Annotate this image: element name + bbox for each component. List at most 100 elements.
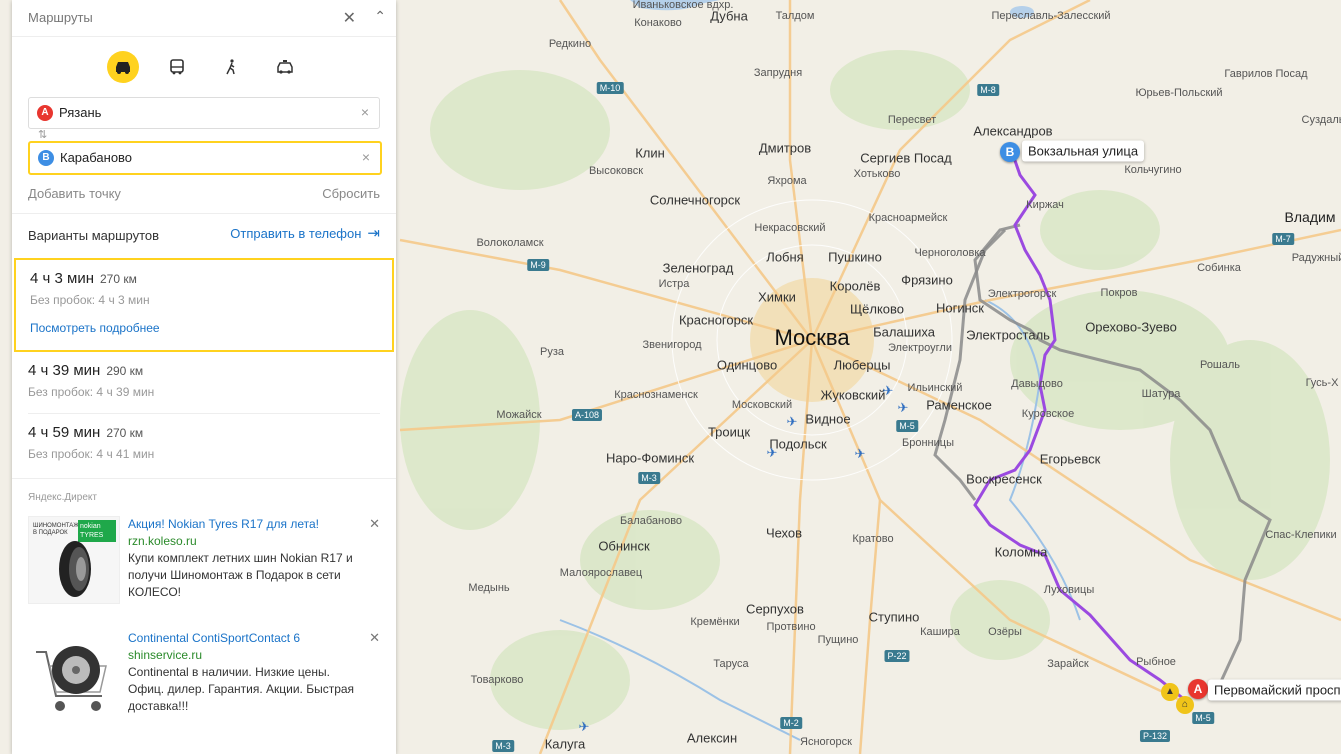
route-option[interactable]: 4 ч 59 мин 270 км Без пробок: 4 ч 41 мин bbox=[12, 414, 396, 476]
ad-item[interactable]: ШИНОМОНТАЖ В ПОДАРОК nokian TYRES Акция!… bbox=[28, 516, 380, 606]
map-city: Егорьевск bbox=[1039, 451, 1101, 467]
highway-badge: М-7 bbox=[1272, 233, 1294, 245]
map-city: Владим bbox=[1284, 209, 1336, 225]
highway-badge: А-108 bbox=[571, 409, 603, 421]
ad-description: Continental в наличии. Низкие цены. Офиц… bbox=[128, 665, 355, 713]
add-point-button[interactable]: Добавить точку bbox=[28, 186, 121, 201]
car-mode-button[interactable] bbox=[107, 51, 139, 83]
send-to-phone-button[interactable]: Отправить в телефон ⇥ bbox=[230, 224, 380, 242]
destination-label[interactable]: Вокзальная улица bbox=[1022, 140, 1145, 162]
close-icon[interactable]: ✕ bbox=[343, 8, 356, 28]
airport-icon: ✈ bbox=[854, 446, 866, 461]
map-city: Клин bbox=[635, 145, 665, 161]
map-city: Фрязино bbox=[901, 272, 953, 288]
map-town: Балабаново bbox=[619, 515, 683, 527]
swap-icon[interactable]: ⇅ bbox=[38, 128, 47, 141]
route-option[interactable]: 4 ч 3 мин 270 км Без пробок: 4 ч 3 мин По… bbox=[14, 258, 394, 352]
ad-title[interactable]: Акция! Nokian Tyres R17 для лета! bbox=[128, 516, 360, 533]
close-ad-icon[interactable]: ✕ bbox=[369, 630, 380, 646]
map-town: Черноголовка bbox=[914, 247, 986, 259]
ad-url[interactable]: rzn.koleso.ru bbox=[128, 533, 360, 550]
panel-header: Маршруты ✕ ⌃ bbox=[12, 0, 396, 37]
map-town: Давыдово bbox=[1011, 378, 1063, 390]
route-time: 4 ч 39 мин 290 км bbox=[28, 362, 143, 379]
map-town: Кольчугино bbox=[1124, 164, 1182, 176]
map-city: Люберцы bbox=[833, 357, 891, 373]
to-field[interactable]: B Карабаново × bbox=[28, 141, 382, 175]
chevron-up-icon[interactable]: ⌃ bbox=[374, 8, 386, 25]
lock-icon[interactable]: ▲ bbox=[1161, 683, 1179, 701]
map-city: Коломна bbox=[994, 544, 1048, 560]
map-town: Гусь-Х bbox=[1305, 377, 1339, 389]
close-ad-icon[interactable]: ✕ bbox=[369, 516, 380, 532]
map-town: Озёры bbox=[988, 626, 1022, 638]
map-town: Киржач bbox=[1026, 199, 1064, 211]
home-icon[interactable]: ⌂ bbox=[1176, 696, 1194, 714]
bus-icon bbox=[170, 58, 184, 75]
route-distance: 290 км bbox=[106, 364, 144, 378]
transport-modes bbox=[12, 37, 396, 97]
highway-badge: Р-22 bbox=[884, 650, 910, 662]
highway-badge: М-3 bbox=[638, 472, 660, 484]
from-input[interactable]: Рязань bbox=[59, 105, 101, 120]
route-details-link[interactable]: Посмотреть подробнее bbox=[30, 321, 160, 335]
map-town: Протвино bbox=[766, 621, 816, 633]
map-city: Щёлково bbox=[849, 301, 905, 317]
route-no-traffic: Без пробок: 4 ч 39 мин bbox=[28, 385, 155, 399]
map-town: Яснoгорск bbox=[800, 736, 852, 748]
airport-icon: ✈ bbox=[766, 445, 778, 460]
origin-label[interactable]: Первомайский просп bbox=[1208, 679, 1341, 701]
map-town: Можайск bbox=[496, 409, 542, 421]
map-city: Одинцово bbox=[716, 357, 778, 373]
map-town: Кратово bbox=[852, 533, 894, 545]
walk-mode-button[interactable] bbox=[215, 51, 247, 83]
origin-marker[interactable]: A bbox=[1188, 679, 1208, 699]
route-duration: 4 ч 59 мин bbox=[28, 424, 101, 441]
map-city: Дмитров bbox=[758, 140, 812, 156]
to-input[interactable]: Карабаново bbox=[60, 150, 132, 165]
reset-button[interactable]: Сбросить bbox=[322, 186, 380, 201]
map-town: Конаково bbox=[634, 17, 682, 29]
airport-icon: ✈ bbox=[786, 414, 798, 429]
map-town: Пущино bbox=[817, 634, 859, 646]
map-town: Шатура bbox=[1141, 388, 1181, 400]
ad-title[interactable]: Continental ContiSportContact 6 bbox=[128, 630, 360, 647]
ad-description: Купи комплект летних шин Nokian R17 и по… bbox=[128, 551, 353, 599]
ad-item[interactable]: Continental ContiSportContact 6 shinserv… bbox=[28, 630, 380, 720]
map-town: Пересвет bbox=[887, 114, 937, 126]
map-city: Видное bbox=[805, 411, 851, 427]
map-town: Товарково bbox=[470, 674, 524, 686]
map-city: Электросталь bbox=[966, 327, 1050, 343]
from-field[interactable]: A Рязань × bbox=[28, 97, 380, 129]
panel-title: Маршруты bbox=[28, 10, 93, 25]
map-town: Спас-Клепики bbox=[1265, 529, 1337, 541]
route-no-traffic: Без пробок: 4 ч 41 мин bbox=[28, 447, 155, 461]
clear-from-icon[interactable]: × bbox=[361, 104, 369, 120]
route-duration: 4 ч 3 мин bbox=[30, 270, 94, 287]
map-town: Красноармейск bbox=[868, 212, 948, 224]
ad-text: Акция! Nokian Tyres R17 для лета! rzn.ko… bbox=[128, 516, 360, 601]
route-distance: 270 км bbox=[99, 272, 137, 286]
map-town: Кашира bbox=[920, 626, 960, 638]
route-duration: 4 ч 39 мин bbox=[28, 362, 101, 379]
ad-image-cart[interactable] bbox=[28, 630, 118, 716]
map-city: Жуковский bbox=[820, 387, 886, 403]
map-town: Рошаль bbox=[1199, 359, 1241, 371]
route-option[interactable]: 4 ч 39 мин 290 км Без пробок: 4 ч 39 мин bbox=[12, 352, 396, 412]
highway-badge: М-9 bbox=[527, 259, 549, 271]
destination-marker[interactable]: B bbox=[1000, 142, 1020, 162]
direct-label: Яндекс.Директ bbox=[28, 492, 97, 503]
map-town: Переславль-Залесский bbox=[991, 10, 1111, 22]
taxi-icon bbox=[277, 59, 293, 74]
map-city: Сергиев Посад bbox=[860, 150, 952, 166]
ad-image-tyre[interactable]: ШИНОМОНТАЖ В ПОДАРОК nokian TYRES bbox=[28, 516, 120, 604]
clear-to-icon[interactable]: × bbox=[362, 149, 370, 165]
routes-panel: Маршруты ✕ ⌃ A Рязань × ⇅ B Карабаново ×… bbox=[12, 0, 396, 754]
map-town: Хотьково bbox=[853, 168, 901, 180]
map-city: Солнечногорск bbox=[649, 192, 741, 208]
taxi-mode-button[interactable] bbox=[269, 51, 301, 83]
tyre-cart-icon bbox=[36, 646, 107, 711]
map-town: Собинка bbox=[1197, 262, 1241, 274]
bus-mode-button[interactable] bbox=[161, 51, 193, 83]
ad-url[interactable]: shinservice.ru bbox=[128, 647, 360, 664]
